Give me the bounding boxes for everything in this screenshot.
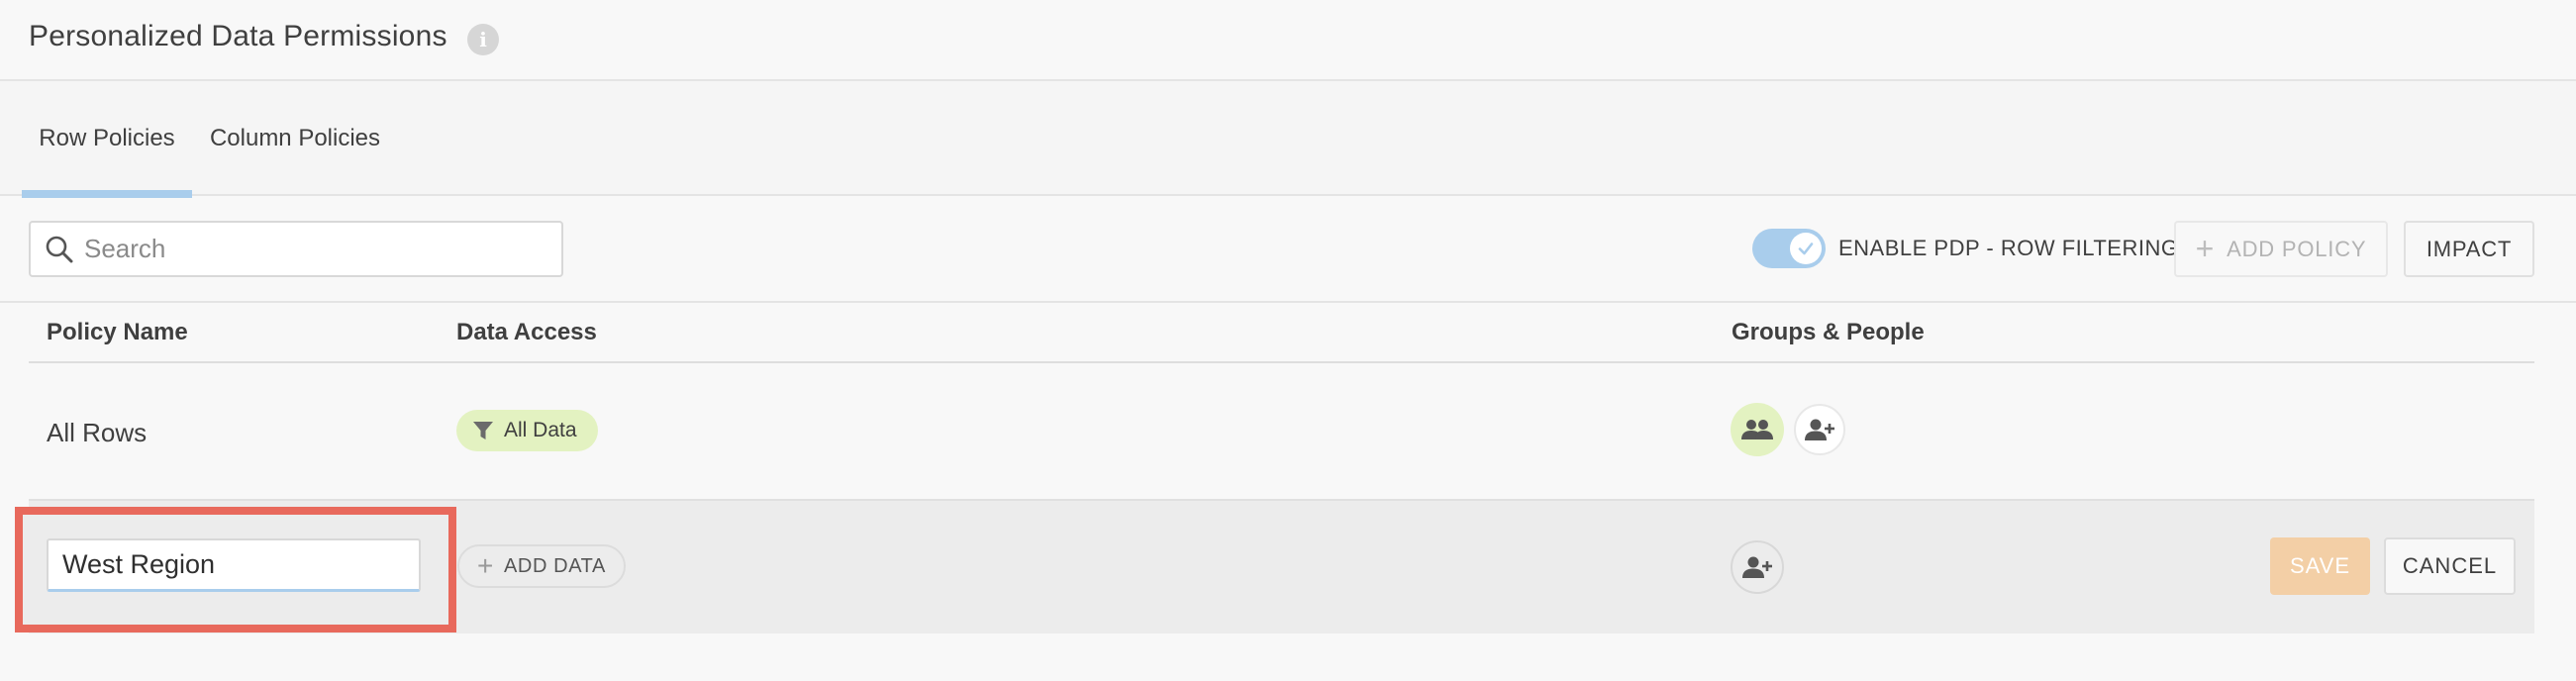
data-access-label: All Data (504, 419, 577, 441)
people-group-icon[interactable] (1731, 403, 1784, 456)
column-header-groups-people: Groups & People (1732, 319, 1925, 345)
toggle-label: ENABLE PDP - ROW FILTERING (1838, 236, 2179, 260)
person-add-icon[interactable] (1794, 404, 1845, 455)
person-add-icon[interactable] (1731, 540, 1784, 594)
search-input[interactable] (84, 223, 549, 275)
plus-icon: + (2195, 231, 2216, 266)
column-header-policy-name: Policy Name (47, 319, 188, 345)
check-icon (1798, 243, 1814, 255)
tab-column-policies[interactable]: Column Policies (198, 81, 392, 196)
enable-pdp-toggle[interactable] (1752, 229, 1826, 268)
info-icon[interactable]: i (467, 24, 499, 55)
save-button[interactable]: SAVE (2270, 537, 2370, 595)
policy-name[interactable]: All Rows (47, 418, 147, 448)
cancel-button[interactable]: CANCEL (2384, 537, 2516, 595)
add-data-button[interactable]: + ADD DATA (457, 544, 626, 588)
plus-icon: + (477, 550, 494, 581)
add-policy-label: ADD POLICY (2227, 236, 2367, 261)
search-icon (46, 236, 73, 263)
policy-name-input[interactable] (47, 538, 421, 592)
filter-icon (473, 422, 493, 439)
impact-button[interactable]: IMPACT (2404, 221, 2534, 277)
add-data-label: ADD DATA (503, 554, 606, 577)
divider (0, 301, 2576, 303)
divider (29, 361, 2534, 363)
toggle-knob (1790, 233, 1822, 264)
tab-bar: Row Policies Column Policies (0, 81, 2576, 198)
page-header: Personalized Data Permissions i (0, 0, 2576, 81)
add-policy-button[interactable]: + ADD POLICY (2174, 221, 2388, 277)
data-access-chip[interactable]: All Data (456, 410, 598, 451)
tab-row-policies[interactable]: Row Policies (22, 81, 192, 198)
search-box (29, 221, 563, 277)
impact-label: IMPACT (2426, 236, 2513, 261)
column-header-data-access: Data Access (456, 319, 597, 345)
page-title: Personalized Data Permissions (29, 20, 447, 52)
